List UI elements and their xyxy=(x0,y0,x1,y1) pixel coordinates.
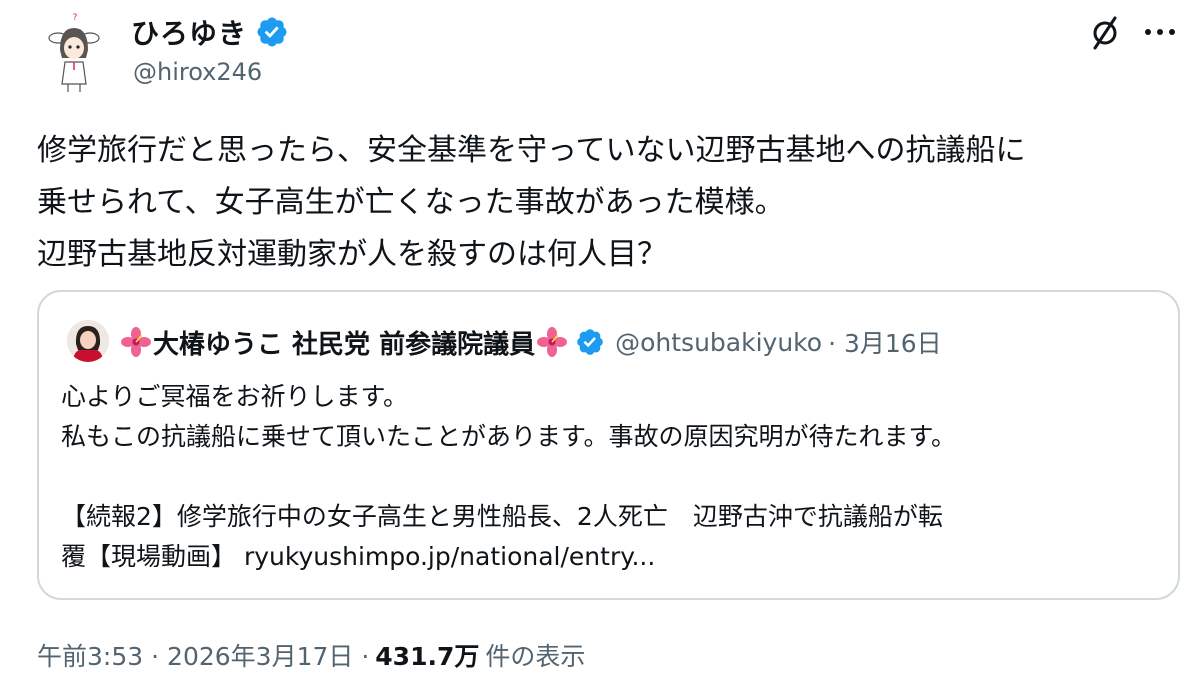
grok-icon[interactable] xyxy=(1085,12,1125,52)
quoted-tweet-card[interactable]: 大椿ゆうこ 社民党 前参議院議員 @ohtsubakiyuko · 3月16日 … xyxy=(37,290,1180,600)
quote-text-line: 私もこの抗議船に乗せて頂いたことがあります。事故の原因究明が待たれます。 xyxy=(61,422,957,451)
tweet-text-line: 乗せられて、女子高生が亡くなった事故があった模様。 xyxy=(37,185,785,220)
quote-header: 大椿ゆうこ 社民党 前参議院議員 @ohtsubakiyuko · 3月16日 xyxy=(119,322,942,362)
tweet-text-line: 修学旅行だと思ったら、安全基準を守っていない辺野古基地への抗議船に xyxy=(37,133,1026,168)
author-avatar[interactable]: ? xyxy=(42,10,106,94)
verified-badge-icon xyxy=(577,329,603,355)
quote-text-line: 【続報2】修学旅行中の女子高生と男性船長、2人死亡 辺野古沖で抗議船が転 xyxy=(61,502,943,531)
tweet-text: 修学旅行だと思ったら、安全基準を守っていない辺野古基地への抗議船に 乗せられて、… xyxy=(37,125,1187,281)
svg-text:?: ? xyxy=(73,13,78,23)
quote-link-line[interactable]: 覆【現場動画】 ryukyushimpo.jp/national/entry..… xyxy=(61,537,956,577)
view-count-label: 件の表示 xyxy=(485,642,586,671)
author-name-row[interactable]: ひろゆき xyxy=(131,10,289,54)
tweet-time[interactable]: 午前3:53 xyxy=(37,637,143,673)
verified-badge-icon xyxy=(257,17,287,47)
author-display-name[interactable]: ひろゆき xyxy=(131,12,247,52)
quote-author-name[interactable]: 大椿ゆうこ 社民党 前参議院議員 xyxy=(153,324,535,361)
tweet-text-line: 辺野古基地反対運動家が人を殺すのは何人目？ xyxy=(37,237,667,272)
tweet-date[interactable]: · 2026年3月17日 · xyxy=(151,637,369,673)
tweet-meta: 午前3:53 · 2026年3月17日 · 431.7万 件の表示 xyxy=(37,637,585,673)
hibiscus-icon xyxy=(537,327,568,357)
quote-text-line: 心よりご冥福をお祈りします。 xyxy=(61,382,409,411)
quote-author-handle[interactable]: @ohtsubakiyuko xyxy=(615,328,822,357)
quote-author-avatar[interactable] xyxy=(67,320,109,362)
quote-text: 心よりご冥福をお祈りします。 私もこの抗議船に乗せて頂いたことがあります。事故の… xyxy=(61,377,956,577)
quote-date[interactable]: · 3月16日 xyxy=(828,324,942,360)
hibiscus-icon xyxy=(121,327,151,357)
author-handle[interactable]: @hirox246 xyxy=(133,58,262,86)
view-count: 431.7万 xyxy=(375,642,480,671)
more-icon[interactable] xyxy=(1140,20,1180,44)
quote-text-line xyxy=(61,457,956,497)
